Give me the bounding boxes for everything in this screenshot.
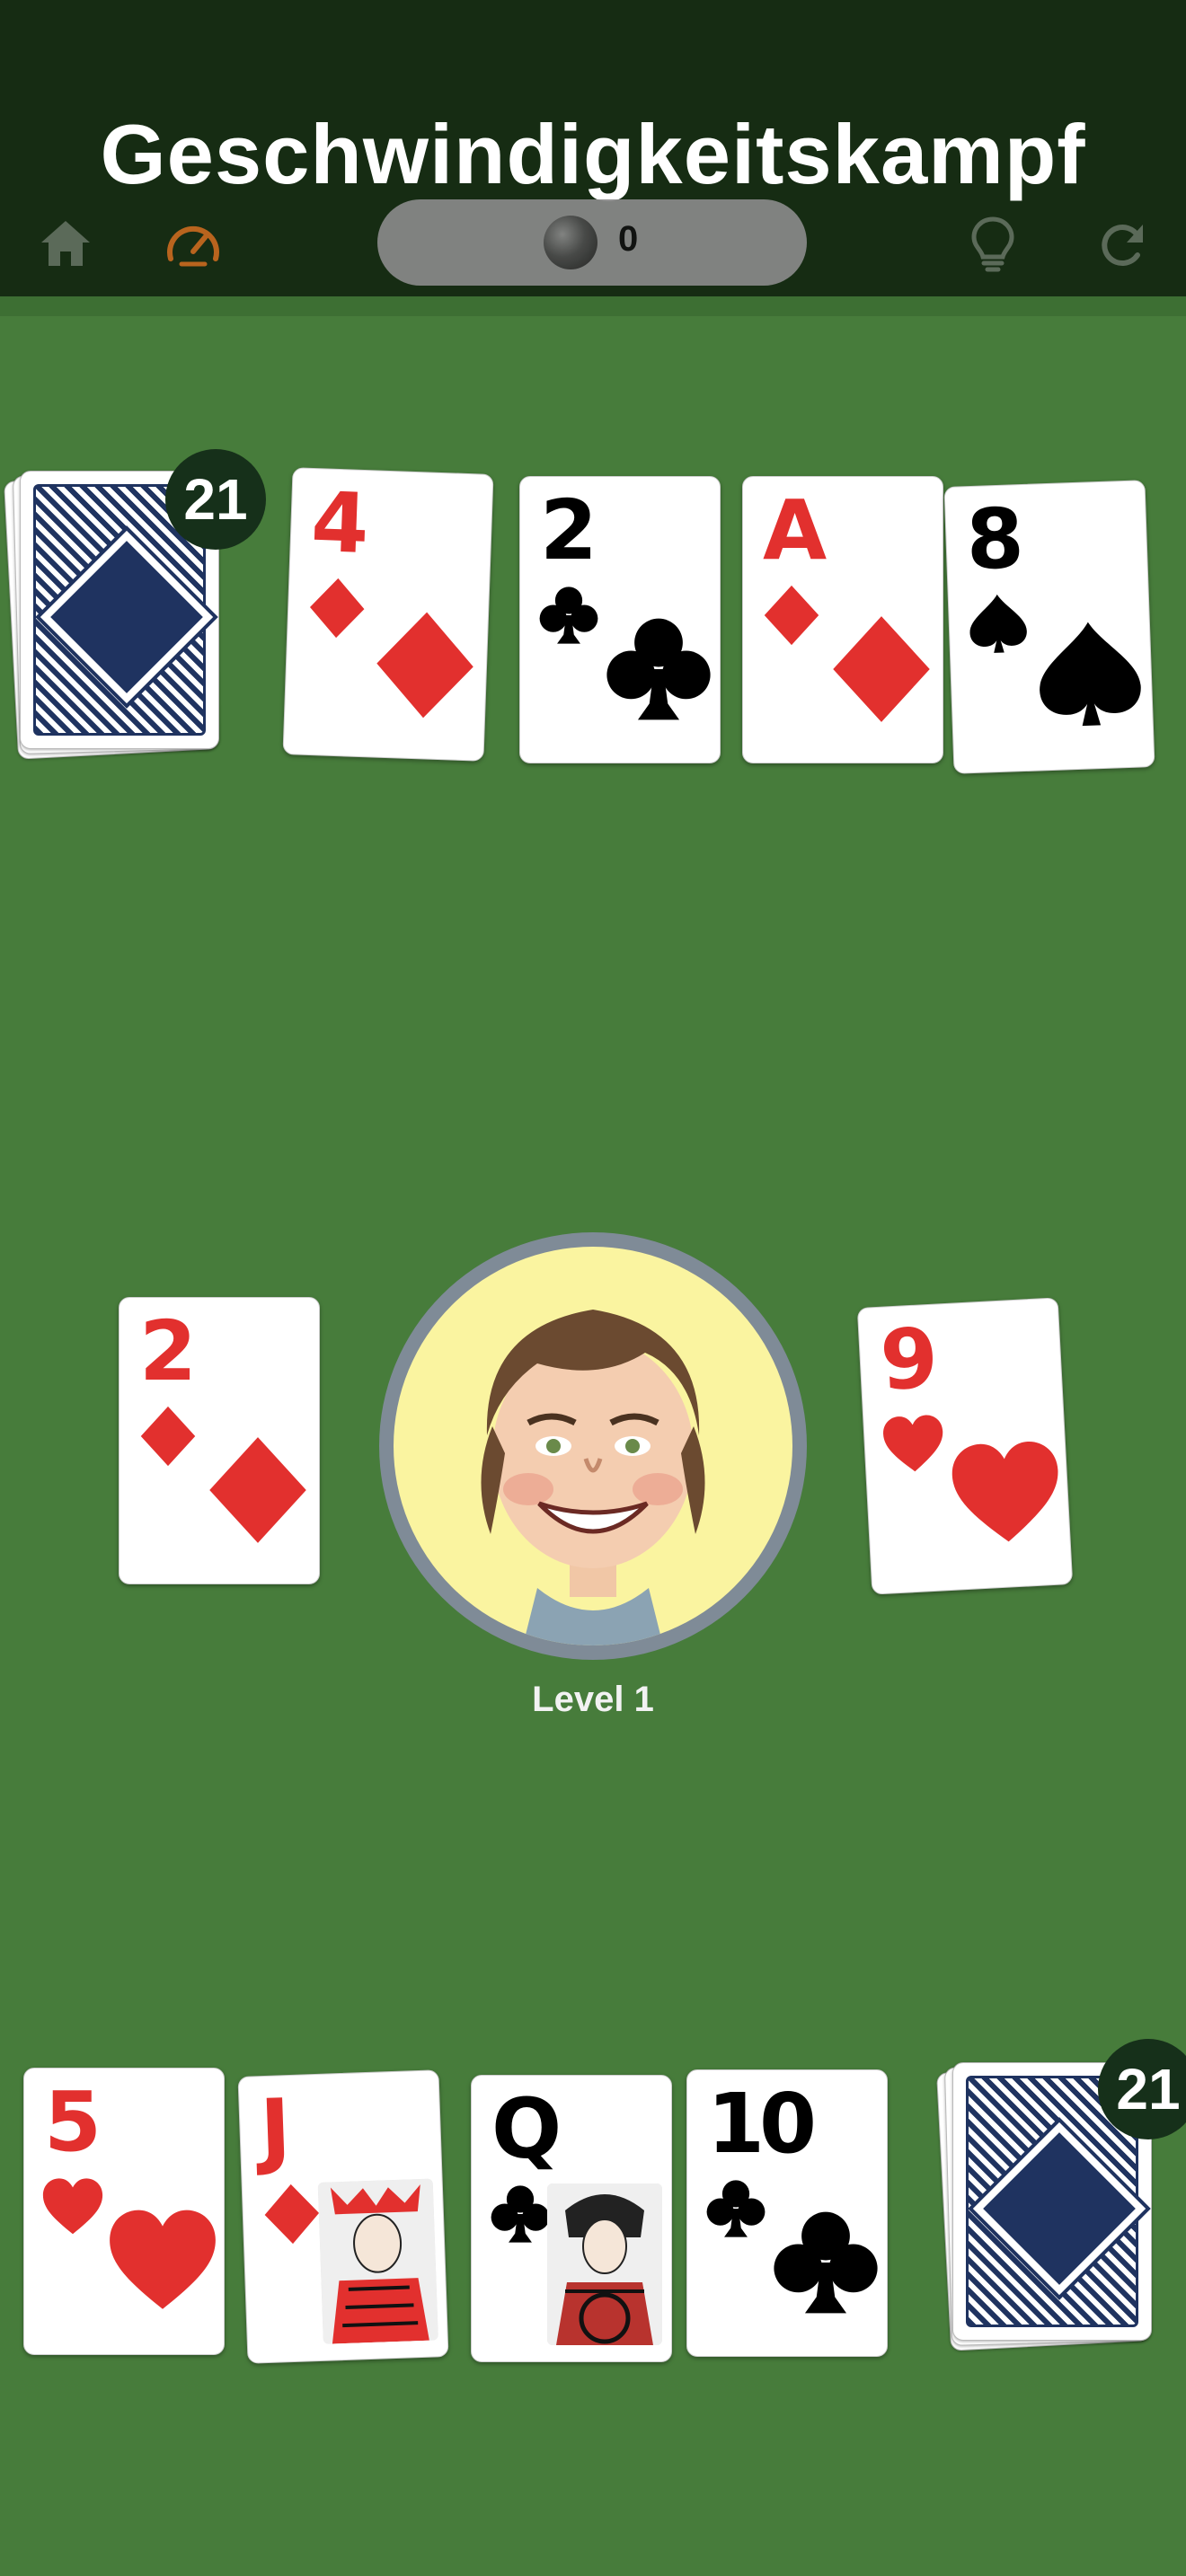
card-rank: 5 <box>44 2074 102 2170</box>
card-rank: 8 <box>964 490 1021 589</box>
left-pile-card[interactable]: 2 <box>119 1297 320 1584</box>
heart-icon <box>946 1433 1067 1554</box>
opponent-avatar <box>379 1232 807 1660</box>
club-icon <box>768 2205 883 2320</box>
top-bar-edge <box>0 296 1186 316</box>
diamond-icon <box>304 575 370 641</box>
club-icon <box>488 2182 553 2246</box>
opponent-level: Level 1 <box>532 1680 654 1719</box>
player-card-1[interactable]: 5 <box>23 2068 225 2355</box>
right-pile-card[interactable]: 9 <box>856 1297 1074 1595</box>
opponent-deck-count: 21 <box>165 449 266 550</box>
club-icon <box>536 583 601 648</box>
queen-portrait <box>547 2183 662 2345</box>
avatar-portrait <box>481 1310 705 1645</box>
diamond-icon <box>366 605 484 724</box>
game-title: Geschwindigkeitskampf <box>100 107 1086 201</box>
opponent-card-3: A <box>742 476 943 763</box>
card-rank: A <box>763 482 827 578</box>
card-rank: 2 <box>540 482 597 578</box>
restart-icon[interactable] <box>1091 212 1154 275</box>
coin-counter: 0 <box>377 199 807 286</box>
player-card-3[interactable]: Q <box>471 2075 672 2362</box>
opponent-card-4: 8 <box>943 480 1155 774</box>
club-icon <box>704 2176 768 2241</box>
opponent-card-2: 2 <box>519 476 721 763</box>
heart-icon <box>880 1410 948 1478</box>
diamond-icon <box>136 1404 200 1469</box>
card-rank: Q <box>491 2081 562 2177</box>
club-icon <box>601 612 716 727</box>
diamond-icon <box>200 1433 315 1548</box>
card-rank: 10 <box>707 2076 817 2172</box>
card-rank: J <box>258 2081 288 2179</box>
diamond-icon <box>824 612 939 727</box>
coin-icon <box>544 216 597 269</box>
top-bar: Geschwindigkeitskampf 0 <box>0 0 1186 296</box>
speedometer-icon[interactable] <box>162 212 225 275</box>
heart-icon <box>105 2203 220 2318</box>
card-rank: 4 <box>309 473 366 572</box>
player-card-4[interactable]: 10 <box>686 2069 888 2357</box>
jack-portrait <box>317 2178 438 2344</box>
spade-icon <box>965 591 1031 657</box>
card-rank: 2 <box>139 1303 197 1399</box>
diamond-icon <box>259 2181 325 2247</box>
home-icon[interactable] <box>34 212 97 275</box>
player-card-2[interactable]: J <box>237 2069 449 2364</box>
spade-icon <box>1031 615 1149 734</box>
diamond-icon <box>759 583 824 648</box>
coin-count: 0 <box>618 219 639 259</box>
card-rank: 9 <box>878 1310 935 1409</box>
heart-icon <box>40 2175 105 2239</box>
lightbulb-icon[interactable] <box>961 212 1024 275</box>
opponent-card-1: 4 <box>282 467 494 762</box>
